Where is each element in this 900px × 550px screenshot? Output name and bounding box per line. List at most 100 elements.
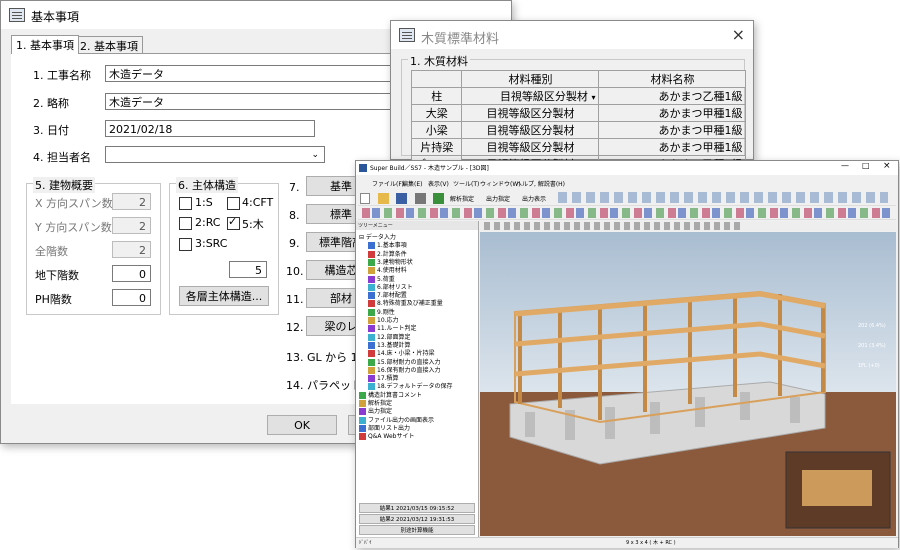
name-cell[interactable]: あかまつ甲種1級 [598, 104, 747, 122]
name-cell[interactable]: あかまつ甲種1級 [598, 138, 747, 156]
viewport-3d[interactable]: 202 (6.4%) 201 (3.4%) 1FL (+0) [480, 232, 896, 536]
view-icons [484, 222, 744, 230]
moku-title: 木質標準材料 [421, 32, 500, 47]
type-cell[interactable]: 目視等級区分製材 [461, 121, 600, 139]
kakuso-kozo-button[interactable]: 各層主体構造... [179, 286, 269, 306]
tree-header: ツリーメニュー [356, 221, 478, 230]
checkbox-s[interactable] [179, 197, 192, 210]
x-span-label: X 方向スパン数 [35, 197, 113, 210]
menu-bar: ファイル(F) 編集(E) 表示(V) ツール(T) ウィンドウ(W) ヘルプ,… [356, 177, 898, 189]
menu-file[interactable]: ファイル(F) [372, 179, 404, 188]
checkbox-src[interactable] [179, 238, 192, 251]
calc-icon[interactable] [433, 192, 444, 204]
menu-tool[interactable]: ツール(T) [453, 179, 479, 188]
minimap-building [802, 470, 872, 506]
kozo-title: 6. 主体構造 [176, 177, 238, 193]
tanto-select[interactable]: ⌄ [105, 146, 325, 163]
ph-label: PH階数 [35, 293, 72, 306]
menu-edit[interactable]: 編集(E) [402, 179, 422, 188]
menu-view[interactable]: 表示(V) [428, 179, 449, 188]
tree-item-label: Q&A Webサイト [368, 433, 415, 441]
toolbar-icons-row2 [362, 208, 892, 218]
item-8-label: 8. [289, 209, 300, 222]
close-icon[interactable]: × [883, 161, 891, 171]
kozo-value-input[interactable]: 5 [229, 261, 267, 278]
tree-panel: ツリーメニュー ⊟ データ入力 1.基本事項 2.計算条件 3.建物物形状 4.使用材料… [356, 221, 479, 537]
y-span-input: 2 [112, 217, 151, 234]
toolbar-label-shutsuryoku[interactable]: 出力指定 [486, 194, 510, 203]
mokushitsu-window: 木質標準材料 × 1. 木質材料 材料種別 材料名称 柱 目視等級区分製材 ▾ … [390, 20, 754, 173]
app-icon [9, 8, 25, 22]
row-label: 小梁 [410, 121, 463, 139]
checkbox-rc[interactable] [179, 217, 192, 230]
kai-label: 全階数 [35, 245, 68, 258]
checkbox-cft[interactable] [227, 197, 240, 210]
hizuke-label: 3. 日付 [33, 124, 69, 137]
tree-header-label: ツリーメニュー [358, 223, 393, 229]
save-icon[interactable] [396, 192, 407, 204]
dropdown-arrow-icon: ▾ [591, 93, 596, 102]
print-icon[interactable] [414, 192, 426, 204]
chika-input[interactable]: 0 [112, 265, 151, 282]
separate-calc-button[interactable]: 別途計算機能 [359, 525, 475, 535]
ok-button[interactable]: OK [267, 415, 337, 435]
result1-button[interactable]: 結果1 2021/03/15 09:15:52 [359, 503, 475, 513]
type-cell[interactable]: 目視等級区分製材 [461, 138, 600, 156]
item-10-label: 10. [286, 265, 304, 278]
item-7-label: 7. [289, 181, 300, 194]
sb-title: Super Build／SS7 - 木造サンプル - [3D図] [370, 165, 489, 172]
superbuild-window: Super Build／SS7 - 木造サンプル - [3D図] — □ × フ… [355, 160, 899, 548]
menu-window[interactable]: ウィンドウ(W) [480, 179, 521, 188]
menu-help[interactable]: ヘルプ, 解説書(H) [516, 179, 565, 188]
toolbar-icons-right [558, 192, 888, 203]
tree-extra-item[interactable]: Q&A Webサイト [359, 431, 415, 441]
koji-input[interactable]: 木造データ [105, 65, 405, 82]
tree-node-icon [359, 433, 366, 441]
minimize-icon[interactable]: — [841, 161, 849, 170]
table-row: 柱 目視等級区分製材 ▾ あかまつ乙種1級 [410, 87, 747, 105]
app-icon [399, 28, 415, 42]
checkbox-moku[interactable] [227, 215, 240, 230]
axis-label: 201 (3.4%) [858, 343, 886, 349]
kai-input: 2 [112, 241, 151, 258]
gaiyo-title: 5. 建物概要 [33, 177, 95, 193]
result2-button[interactable]: 結果2 2021/03/12 19:31:53 [359, 514, 475, 524]
moku-group-title: 1. 木質材料 [408, 53, 470, 69]
maximize-icon[interactable]: □ [862, 161, 870, 170]
view-toolbar [480, 221, 896, 231]
name-cell[interactable]: あかまつ乙種1級 [598, 87, 747, 105]
table-row: 小梁 目視等級区分製材 あかまつ甲種1級 [410, 121, 747, 139]
row-label: 柱 [410, 87, 463, 105]
new-icon[interactable] [360, 192, 370, 204]
chevron-down-icon: ⌄ [311, 150, 319, 160]
toolbar-label-hyoji[interactable]: 出力表示 [522, 194, 546, 203]
app-icon [359, 164, 367, 172]
ph-input[interactable]: 0 [112, 289, 151, 306]
checkbox-s-label: 1:S [195, 196, 213, 209]
open-icon[interactable] [377, 192, 389, 204]
header-type: 材料種別 [461, 70, 600, 88]
ryakusho-input[interactable]: 木造データ [105, 93, 405, 110]
item-9-label: 9. [289, 237, 300, 250]
close-icon[interactable]: × [732, 25, 745, 44]
status-left: ﾄﾞﾊﾞｲ [359, 540, 372, 546]
table-row: 大梁 目視等級区分製材 あかまつ甲種1級 [410, 104, 747, 122]
item-12-label: 12. [286, 321, 304, 334]
checkbox-src-label: 3:SRC [195, 237, 228, 250]
toolbar-label-kaiseki[interactable]: 解析指定 [450, 194, 474, 203]
table-row: 片持梁 目視等級区分製材 あかまつ甲種1級 [410, 138, 747, 156]
hizuke-input[interactable]: 2021/02/18 [105, 120, 315, 137]
chika-label: 地下階数 [35, 269, 79, 282]
tab-kihon-1[interactable]: 1. 基本事項 [11, 35, 79, 54]
type-cell[interactable]: 目視等級区分製材 [461, 104, 600, 122]
header-name: 材料名称 [598, 70, 747, 88]
window-title: 基本事項 [31, 10, 80, 24]
moku-titlebar: 木質標準材料 × [391, 21, 753, 49]
name-cell[interactable]: あかまつ甲種1級 [598, 121, 747, 139]
axis-label: 1FL (+0) [858, 363, 880, 369]
checkbox-rc-label: 2:RC [195, 216, 221, 229]
tanto-label: 4. 担当者名 [33, 151, 91, 164]
building-3d-view: 202 (6.4%) 201 (3.4%) 1FL (+0) [480, 232, 896, 536]
status-bar: ﾄﾞﾊﾞｲ 9 x 3 x 4 ( 木 + RC ) [356, 537, 898, 548]
type-select[interactable]: 目視等級区分製材 ▾ [461, 87, 600, 105]
